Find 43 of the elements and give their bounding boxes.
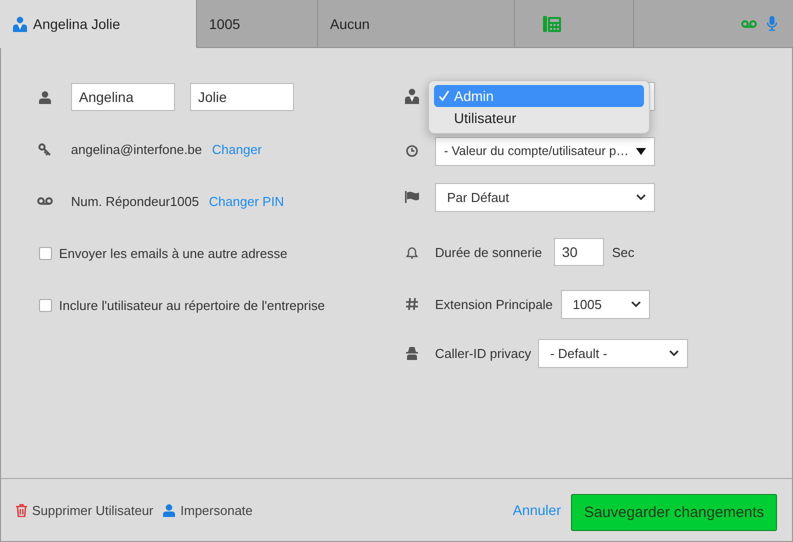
checkmark-icon — [438, 90, 450, 102]
bell-icon — [406, 246, 418, 258]
voicemail-icon — [37, 197, 53, 205]
voicemail-number-text: Num. Répondeur1005 — [71, 194, 199, 208]
last-name-field[interactable]: Jolie — [190, 83, 294, 111]
chevron-down-icon — [630, 301, 641, 307]
extension-select[interactable]: 1005 — [560, 290, 650, 318]
user-icon — [39, 90, 51, 104]
chevron-down-icon — [636, 194, 646, 200]
delete-user-button[interactable]: Supprimer Utilisateur — [16, 502, 154, 518]
first-name-field[interactable]: Angelina — [71, 83, 175, 111]
caller-id-privacy-select[interactable]: - Default - — [538, 338, 688, 368]
user-tab[interactable]: Angelina Jolie — [0, 0, 197, 48]
schedule-select[interactable]: - Valeur du compte/utilisateur p… — [435, 136, 655, 166]
ring-duration-label: Durée de sonnerie — [435, 244, 542, 260]
key-icon — [38, 142, 52, 156]
chevron-down-icon — [669, 350, 680, 356]
flag-icon — [405, 191, 419, 203]
save-button[interactable]: Sauvegarder changements — [571, 494, 777, 530]
incognito-icon — [406, 346, 418, 360]
hashtag-icon — [406, 298, 418, 310]
checkbox-label: Inclure l'utilisateur au répertoire de l'entreprise — [59, 298, 325, 312]
triangle-down-icon — [636, 148, 646, 154]
unit-label: Sec — [612, 244, 634, 260]
language-select[interactable]: Par Défaut — [435, 182, 655, 212]
menu-option[interactable]: Utilisateur — [434, 107, 644, 129]
user-tie-icon — [404, 88, 420, 104]
desk-phone-icon — [543, 16, 561, 32]
trash-icon — [16, 504, 27, 516]
microphone-icon — [767, 16, 777, 31]
email-text: angelina@interfone.be — [71, 142, 202, 156]
impersonate-button[interactable]: Impersonate — [163, 502, 253, 518]
clock-icon — [406, 145, 418, 157]
ring-duration-field[interactable]: 30 — [554, 238, 604, 266]
checkbox[interactable] — [39, 246, 52, 260]
tab-label: Angelina Jolie — [33, 16, 120, 32]
user-tie-icon — [12, 16, 28, 32]
checkbox-label: Envoyer les emails à une autre adresse — [59, 246, 288, 260]
caller-id-privacy-label: Caller-ID privacy — [435, 346, 532, 360]
checkbox[interactable] — [39, 298, 52, 312]
user-icon — [163, 504, 176, 516]
main-extension-label: Extension Principale — [435, 296, 553, 312]
voicemail-icon — [741, 20, 757, 28]
